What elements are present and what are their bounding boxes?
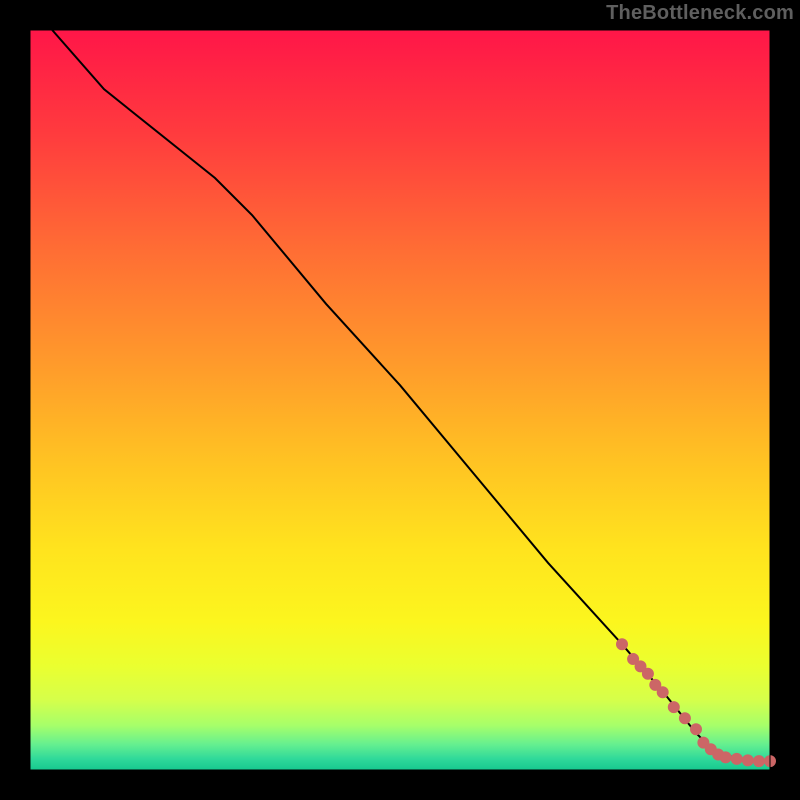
marker-point — [742, 755, 753, 766]
plot-background — [30, 30, 770, 770]
marker-point — [720, 752, 731, 763]
marker-point — [617, 639, 628, 650]
marker-point — [691, 724, 702, 735]
marker-point — [668, 702, 679, 713]
marker-point — [642, 668, 653, 679]
marker-point — [679, 713, 690, 724]
marker-point — [657, 687, 668, 698]
marker-point — [753, 756, 764, 767]
chart-stage: TheBottleneck.com — [0, 0, 800, 800]
watermark-text: TheBottleneck.com — [606, 2, 794, 25]
chart-svg — [0, 0, 800, 800]
marker-point — [731, 753, 742, 764]
